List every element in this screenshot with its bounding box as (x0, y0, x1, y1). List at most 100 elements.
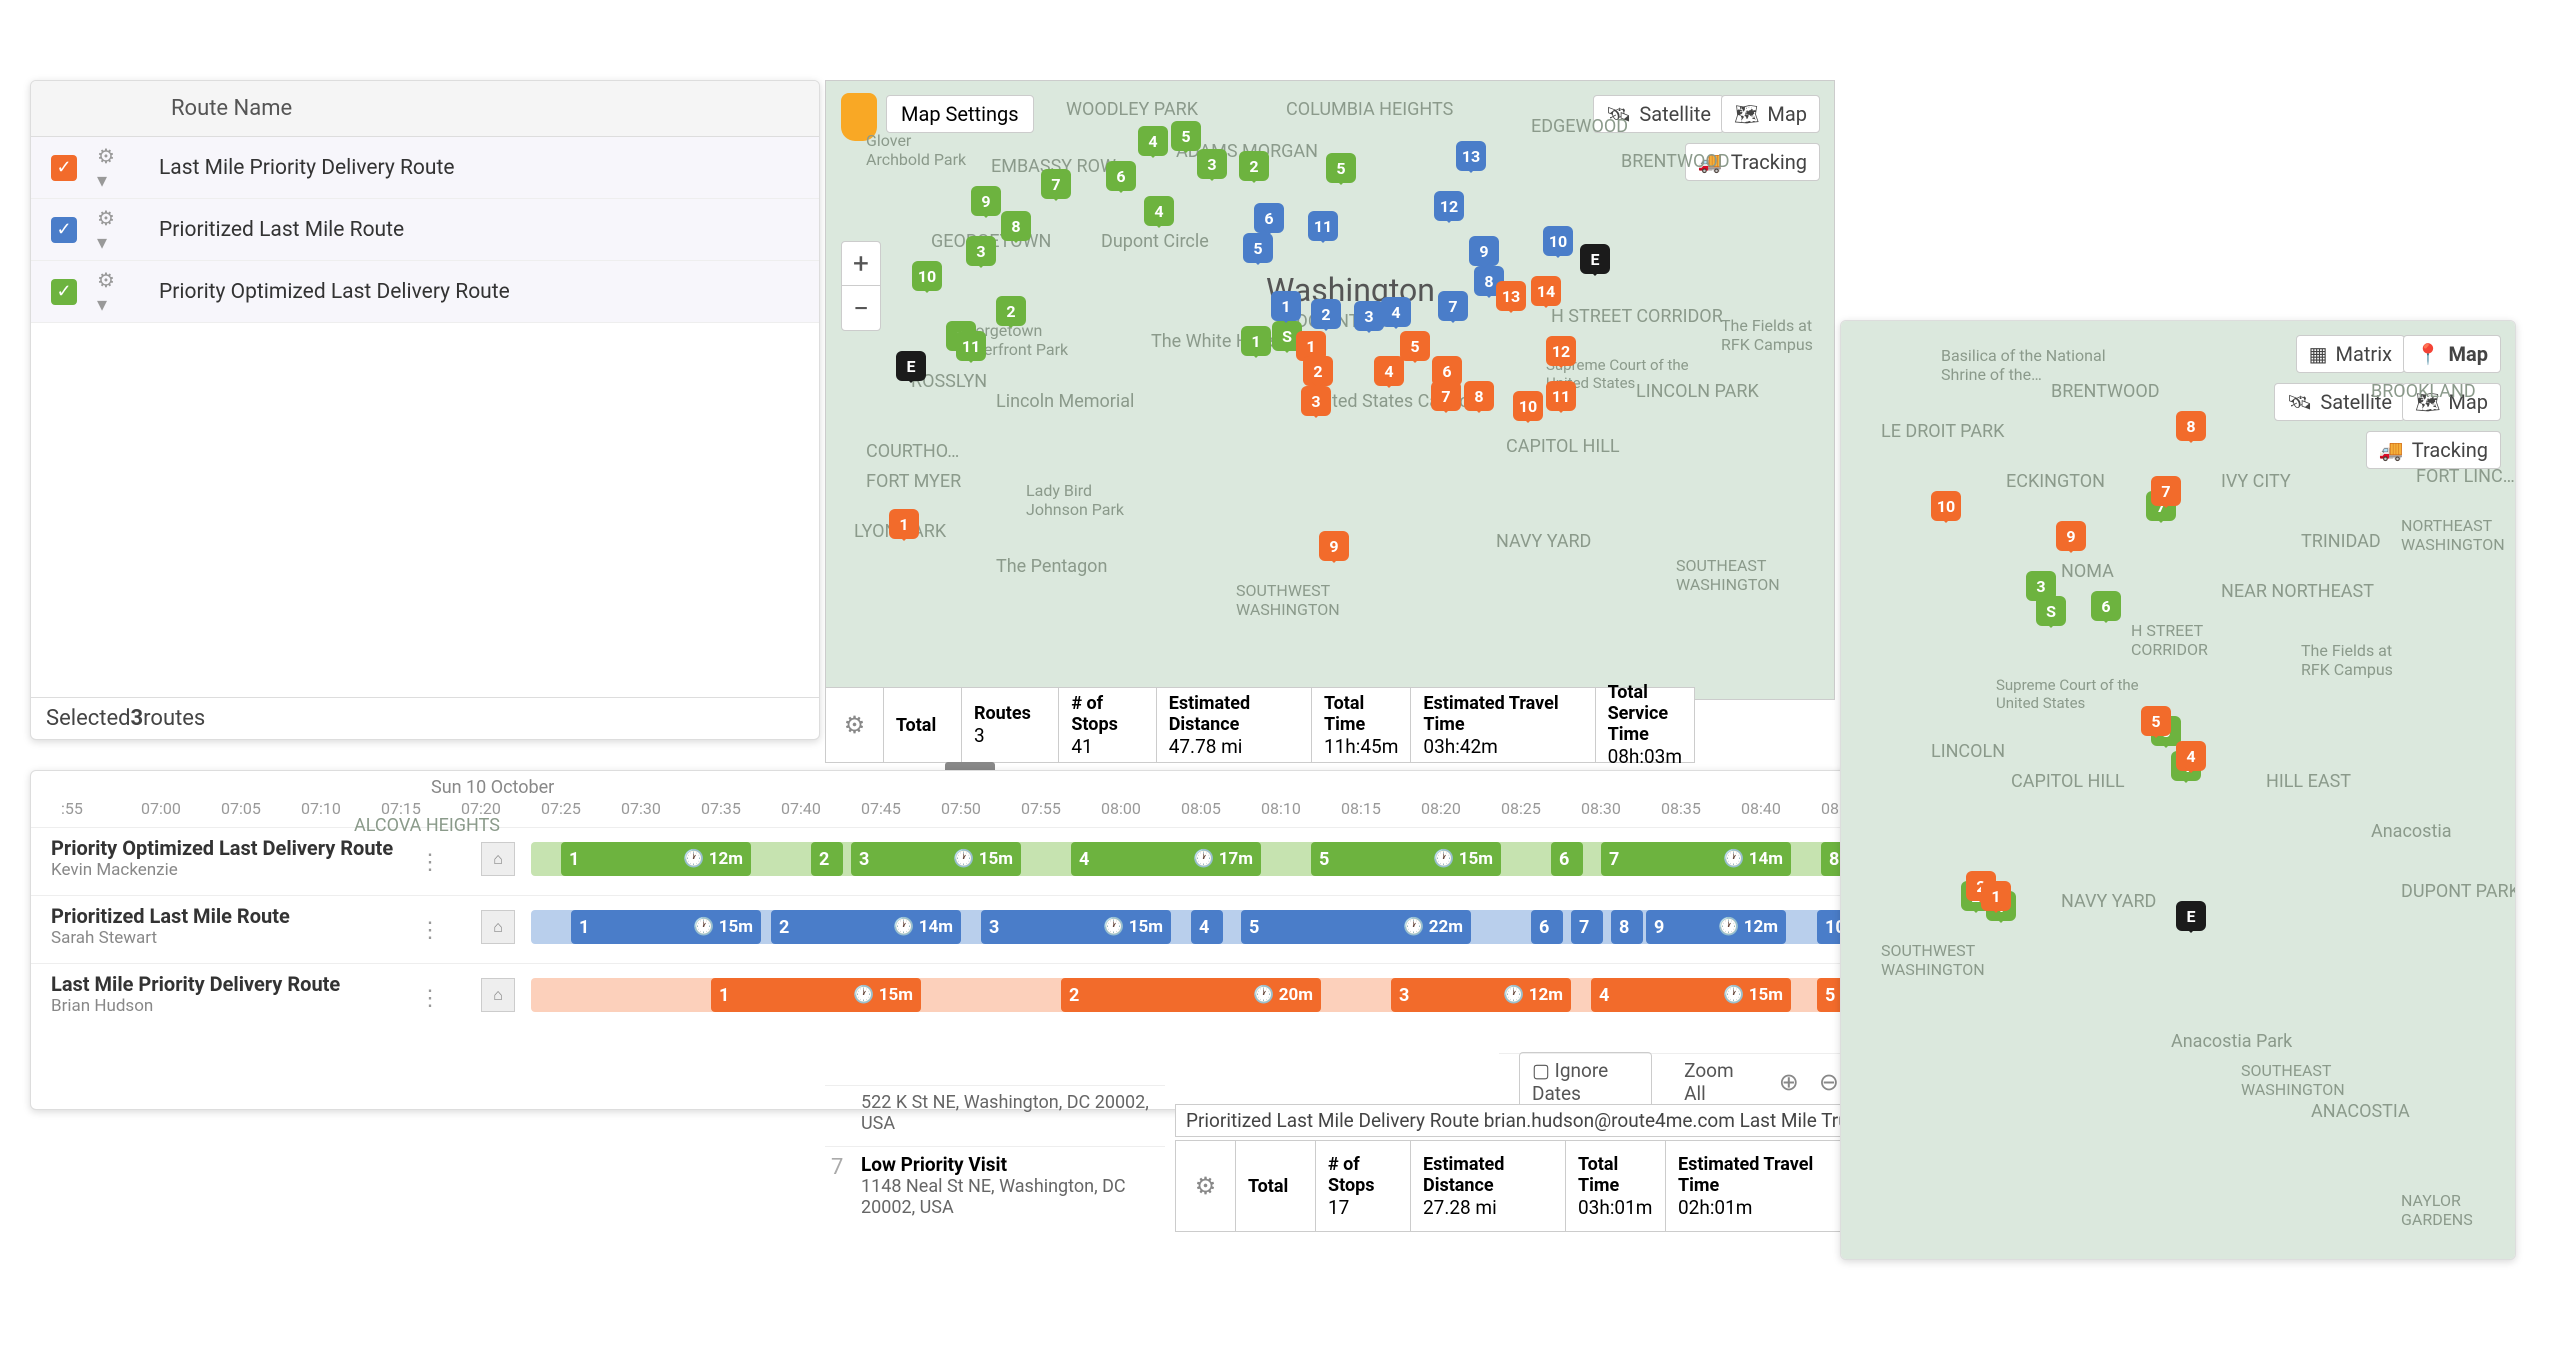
timeline-track[interactable]: 1🕐 12m23🕐 15m4🕐 17m5🕐 15m67🕐 14m8 (531, 842, 1849, 876)
timeline-stop[interactable]: 4 (1191, 910, 1223, 944)
map-stop-marker[interactable]: 7 (1431, 381, 1461, 411)
map-stop-marker[interactable]: 9 (1469, 236, 1499, 266)
matrix-button[interactable]: ▦Matrix (2296, 335, 2405, 373)
map-stop-marker[interactable]: 12 (1546, 336, 1576, 366)
map-stop-marker[interactable]: 6 (1106, 161, 1136, 191)
route-row[interactable]: ✓ ⚙ ▾ Prioritized Last Mile Route (31, 199, 819, 261)
map-stop-marker[interactable]: 4 (1381, 297, 1411, 327)
map-stop-marker[interactable]: 4 (2176, 741, 2206, 771)
gear-icon[interactable]: ⚙ (826, 688, 884, 762)
map-stop-marker[interactable]: 7 (1041, 169, 1071, 199)
route-checkbox[interactable]: ✓ (51, 279, 77, 305)
map-stop-marker[interactable]: 2 (996, 296, 1026, 326)
route-row[interactable]: ✓ ⚙ ▾ Last Mile Priority Delivery Route (31, 137, 819, 199)
home-icon[interactable]: ⌂ (481, 910, 515, 944)
map-button[interactable]: 📍Map (2403, 335, 2501, 373)
tracking-button[interactable]: 🚚Tracking (2366, 431, 2501, 469)
map-stop-marker[interactable]: 8 (1464, 381, 1494, 411)
map-stop-marker[interactable]: 3 (1354, 301, 1384, 331)
map-stop-marker[interactable]: 5 (1400, 331, 1430, 361)
map-stop-marker[interactable]: 5 (1171, 121, 1201, 151)
more-icon[interactable]: ⋮ (419, 986, 441, 1011)
map-stop-marker[interactable]: 10 (1543, 226, 1573, 256)
map-stop-marker[interactable]: 3 (1301, 386, 1331, 416)
timeline-stop[interactable]: 6 (1551, 842, 1583, 876)
map-stop-marker[interactable]: 9 (1319, 531, 1349, 561)
map-stop-marker[interactable]: 8 (1001, 211, 1031, 241)
timeline-stop[interactable]: 3🕐 15m (851, 842, 1021, 876)
map-stop-marker[interactable]: 7 (2151, 476, 2181, 506)
map-stop-marker[interactable]: 3 (1197, 149, 1227, 179)
map-stop-marker[interactable]: 12 (1434, 191, 1464, 221)
map-stop-marker[interactable]: 13 (1496, 281, 1526, 311)
timeline-track[interactable]: 1🕐 15m2🕐 20m3🕐 12m4🕐 15m5 (531, 978, 1849, 1012)
map-stop-marker[interactable]: E (896, 351, 926, 381)
ignore-dates-toggle[interactable]: ▢ Ignore Dates (1519, 1052, 1652, 1111)
map-stop-marker[interactable]: 11 (956, 331, 986, 361)
detail-map[interactable]: ▦Matrix 📍Map 🛰Satellite 🗺Map 🚚Tracking L… (1841, 321, 2515, 1259)
map-stop-marker[interactable]: 14 (1531, 276, 1561, 306)
map-stop-marker[interactable]: 4 (1374, 356, 1404, 386)
map-stop-marker[interactable]: 9 (2056, 521, 2086, 551)
map-stop-marker[interactable]: 11 (1308, 211, 1338, 241)
timeline-stop[interactable]: 9🕐 12m (1646, 910, 1786, 944)
zoom-out-button[interactable]: − (842, 286, 880, 330)
main-map[interactable]: Map Settings + − 🛰Satellite 🗺Map 🚚Tracki… (825, 80, 1835, 700)
timeline-stop[interactable]: 2🕐 14m (771, 910, 961, 944)
gear-dropdown-icon[interactable]: ⚙ ▾ (97, 157, 129, 179)
map-stop-marker[interactable]: 2 (1311, 299, 1341, 329)
map-stop-marker[interactable]: 10 (1513, 391, 1543, 421)
timeline-stop[interactable]: 4🕐 17m (1071, 842, 1261, 876)
home-icon[interactable]: ⌂ (481, 842, 515, 876)
timeline-stop[interactable]: 3🕐 15m (981, 910, 1171, 944)
map-stop-marker[interactable]: 3 (2026, 571, 2056, 601)
map-stop-marker[interactable]: 6 (2091, 591, 2121, 621)
zoom-in-icon[interactable]: ⊕ (1779, 1068, 1799, 1096)
timeline-stop[interactable]: 2🕐 20m (1061, 978, 1321, 1012)
map-stop-marker[interactable]: 1 (1241, 326, 1271, 356)
map-stop-marker[interactable]: 5 (1326, 153, 1356, 183)
map-button[interactable]: 🗺Map (1721, 95, 1820, 133)
timeline-stop[interactable]: 7🕐 14m (1601, 842, 1791, 876)
timeline-stop[interactable]: 3🕐 12m (1391, 978, 1571, 1012)
gear-dropdown-icon[interactable]: ⚙ ▾ (97, 281, 129, 303)
timeline-stop[interactable]: 4🕐 15m (1591, 978, 1791, 1012)
gear-icon[interactable]: ⚙ (1176, 1141, 1236, 1231)
map-stop-marker[interactable]: 2 (1303, 356, 1333, 386)
map-stop-marker[interactable]: 6 (1254, 203, 1284, 233)
zoom-all-button[interactable]: Zoom All (1672, 1053, 1759, 1111)
map-stop-marker[interactable]: 8 (2176, 411, 2206, 441)
zoom-in-button[interactable]: + (842, 242, 880, 286)
timeline-stop[interactable]: 8 (1611, 910, 1643, 944)
stop-item[interactable]: 522 K St NE, Washington, DC 20002, USA (825, 1085, 1165, 1146)
route-checkbox[interactable]: ✓ (51, 155, 77, 181)
more-icon[interactable]: ⋮ (419, 918, 441, 943)
home-icon[interactable]: ⌂ (481, 978, 515, 1012)
stop-item[interactable]: 7 Low Priority Visit 1148 Neal St NE, Wa… (825, 1146, 1165, 1230)
timeline-stop[interactable]: 2 (811, 842, 843, 876)
map-stop-marker[interactable]: 1 (1271, 291, 1301, 321)
map-stop-marker[interactable]: 13 (1456, 141, 1486, 171)
map-stop-marker[interactable]: 10 (912, 261, 942, 291)
gear-dropdown-icon[interactable]: ⚙ ▾ (97, 219, 129, 241)
map-stop-marker[interactable]: 2 (1239, 151, 1269, 181)
timeline-stop[interactable]: 1🕐 15m (571, 910, 761, 944)
map-stop-marker[interactable]: 7 (1438, 291, 1468, 321)
map-stop-marker[interactable]: 5 (2141, 706, 2171, 736)
map-stop-marker[interactable]: 1 (889, 509, 919, 539)
map-stop-marker[interactable]: E (2176, 901, 2206, 931)
route-checkbox[interactable]: ✓ (51, 217, 77, 243)
zoom-out-icon[interactable]: ⊖ (1819, 1068, 1839, 1096)
timeline-track[interactable]: 1🕐 15m2🕐 14m3🕐 15m45🕐 22m6789🕐 12m10 (531, 910, 1849, 944)
timeline-stop[interactable]: 5🕐 22m (1241, 910, 1471, 944)
map-stop-marker[interactable]: 4 (1138, 126, 1168, 156)
route-row[interactable]: ✓ ⚙ ▾ Priority Optimized Last Delivery R… (31, 261, 819, 323)
map-stop-marker[interactable]: 10 (1931, 491, 1961, 521)
map-stop-marker[interactable]: E (1580, 244, 1610, 274)
timeline-stop[interactable]: 5🕐 15m (1311, 842, 1501, 876)
map-stop-marker[interactable]: 9 (971, 186, 1001, 216)
timeline-stop[interactable]: 1🕐 12m (561, 842, 751, 876)
timeline-stop[interactable]: 1🕐 15m (711, 978, 921, 1012)
more-icon[interactable]: ⋮ (419, 850, 441, 875)
map-stop-marker[interactable]: 4 (1144, 196, 1174, 226)
